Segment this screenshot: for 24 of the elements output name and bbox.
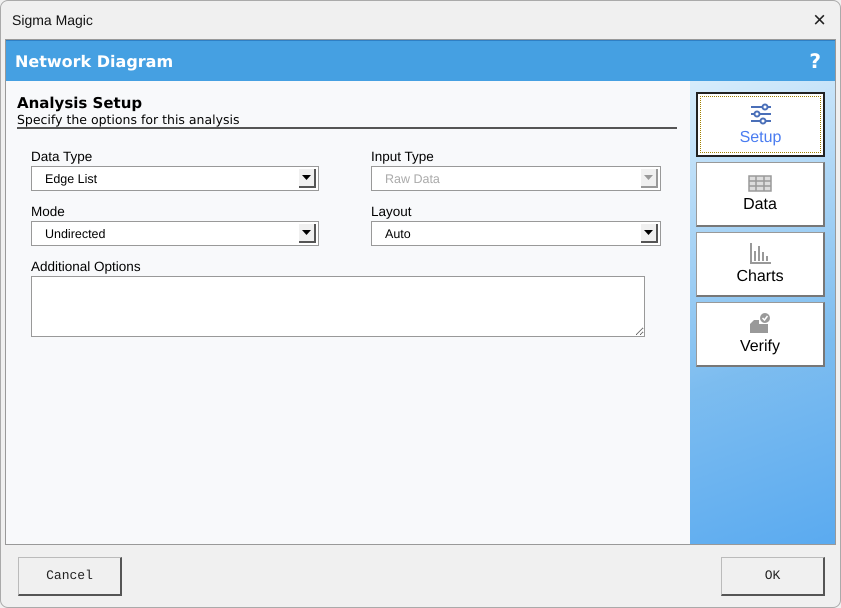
options-field[interactable] — [31, 276, 645, 337]
dialog-title: Network Diagram — [15, 52, 174, 70]
close-button[interactable]: × — [809, 9, 830, 31]
field-label: Input Type — [371, 149, 435, 164]
dropdown[interactable]: Undirected — [31, 221, 319, 246]
window-title: Sigma Magic — [12, 12, 93, 28]
field-label: Data Type — [31, 149, 94, 164]
bar-chart-icon — [749, 242, 771, 264]
cancel-button[interactable]: Cancel — [18, 556, 122, 596]
field-label: Layout — [371, 204, 413, 219]
dropdown[interactable]: Edge List — [31, 166, 319, 191]
dropdown[interactable]: Auto — [371, 221, 661, 246]
field-label: Additional Options — [31, 259, 142, 274]
section-subtitle: Specify the options for this analysis — [17, 112, 241, 127]
nav-button[interactable]: Data — [696, 162, 825, 227]
tray-check-icon — [748, 312, 772, 334]
nav-button[interactable]: Charts — [696, 232, 825, 297]
nav-button[interactable]: Verify — [696, 302, 825, 367]
field-label: Mode — [31, 204, 66, 219]
ok-button[interactable]: OK — [721, 556, 825, 596]
table-icon — [748, 174, 772, 192]
sliders-icon — [750, 102, 772, 124]
section-title: Analysis Setup — [17, 94, 142, 112]
nav-button[interactable]: Setup — [696, 92, 825, 157]
